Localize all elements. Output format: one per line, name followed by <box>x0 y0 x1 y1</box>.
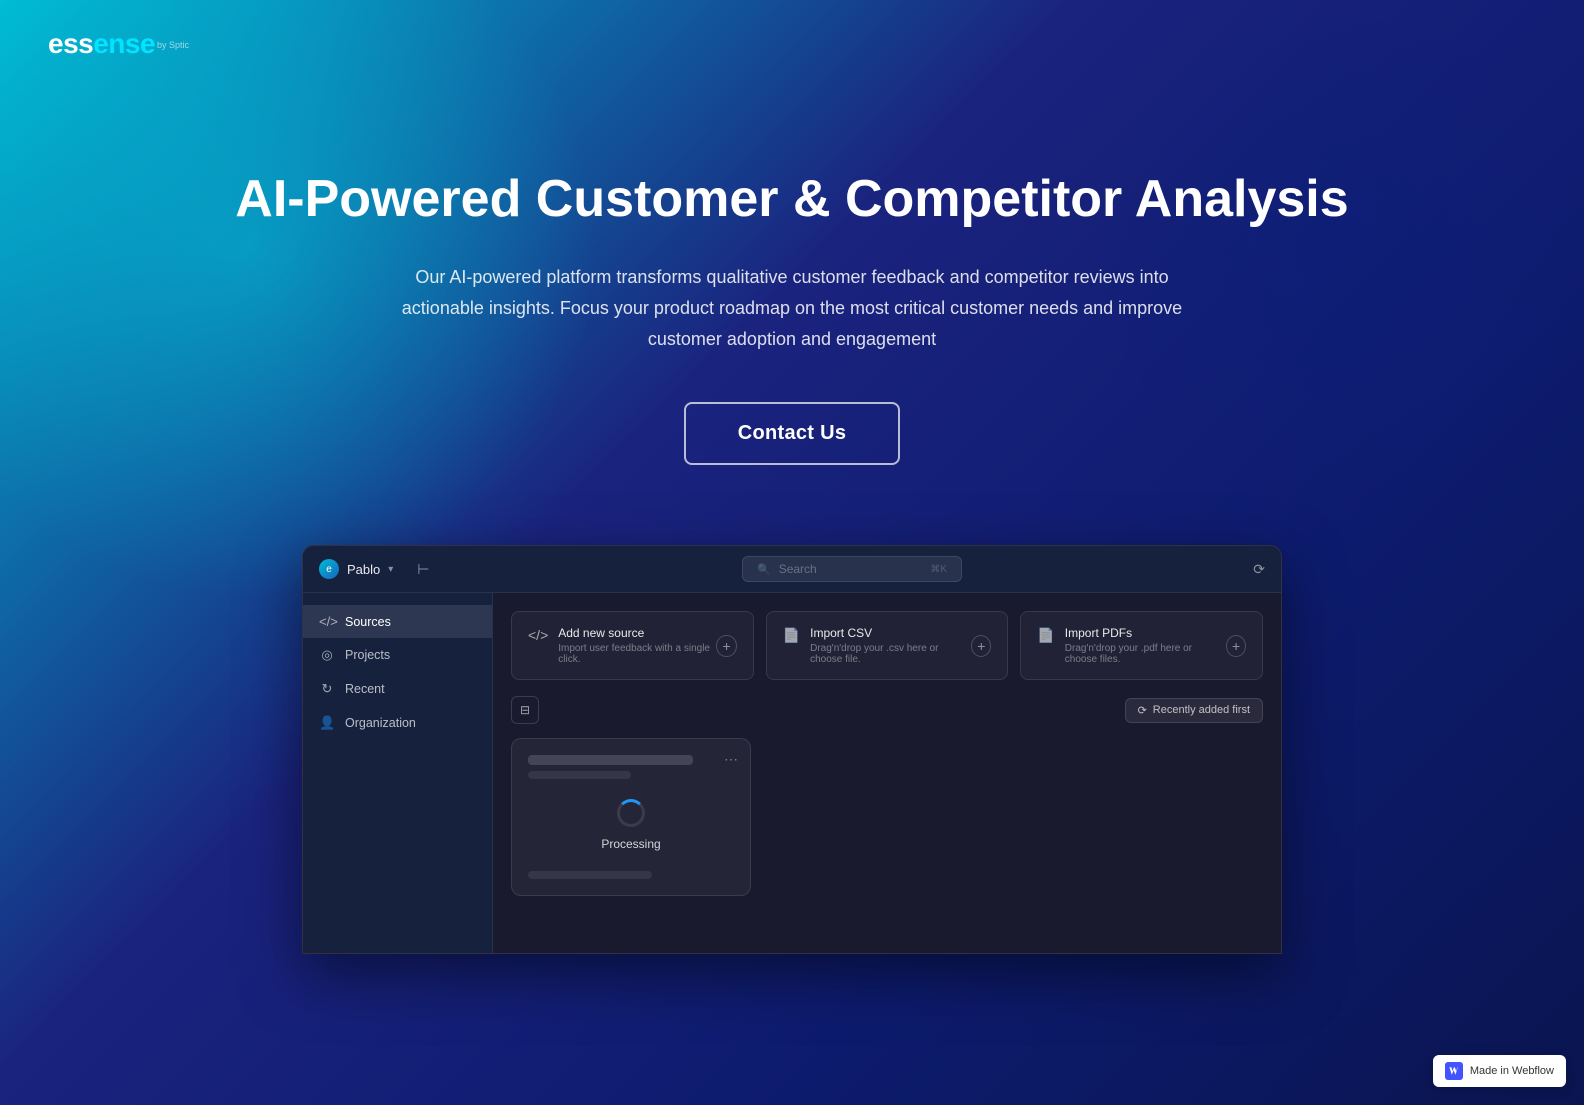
header: essense by Sptic <box>0 0 1584 88</box>
processing-cards-area: ⋯ Processing <box>511 738 1263 896</box>
titlebar-right: ⟳ <box>1185 561 1265 578</box>
sidebar-label-recent: Recent <box>345 682 385 696</box>
import-csv-title: Import CSV <box>810 626 971 640</box>
sort-button[interactable]: ⟳ Recently added first <box>1125 698 1263 723</box>
sidebar-item-projects[interactable]: ◎ Projects <box>303 638 492 672</box>
add-source-card-left: </> Add new source Import user feedback … <box>528 626 716 665</box>
card-header-blur <box>528 755 693 765</box>
user-name: Pablo <box>347 562 380 577</box>
loading-spinner <box>617 799 645 827</box>
processing-card: ⋯ Processing <box>511 738 751 896</box>
add-source-title: Add new source <box>558 626 716 640</box>
import-csv-card-left: 📄 Import CSV Drag'n'drop your .csv here … <box>783 626 972 665</box>
import-pdf-title: Import PDFs <box>1065 626 1227 640</box>
app-screenshot: e Pablo ▾ ⊢ 🔍 Search ⌘K ⟳ </> <box>302 545 1282 954</box>
sidebar-item-organization[interactable]: 👤 Organization <box>303 706 492 740</box>
add-source-info: Add new source Import user feedback with… <box>558 626 716 665</box>
processing-label: Processing <box>601 837 660 851</box>
logo: essense by Sptic <box>48 28 1536 60</box>
source-cards-row: </> Add new source Import user feedback … <box>511 611 1263 680</box>
sidebar-label-organization: Organization <box>345 716 416 730</box>
import-csv-info: Import CSV Drag'n'drop your .csv here or… <box>810 626 971 665</box>
search-icon: 🔍 <box>757 563 771 576</box>
window-body: </> Sources ◎ Projects ↻ Recent 👤 Organi… <box>303 593 1281 953</box>
chevron-down-icon: ▾ <box>388 564 393 575</box>
window-titlebar: e Pablo ▾ ⊢ 🔍 Search ⌘K ⟳ <box>303 546 1281 593</box>
recent-icon: ↻ <box>319 681 335 697</box>
expand-icon[interactable]: ⊢ <box>417 561 429 578</box>
titlebar-center: 🔍 Search ⌘K <box>531 556 1173 582</box>
card-menu-dots[interactable]: ⋯ <box>724 751 738 768</box>
hero-section: AI-Powered Customer & Competitor Analysi… <box>0 88 1584 525</box>
card-footer-blur <box>528 871 652 879</box>
add-source-card[interactable]: </> Add new source Import user feedback … <box>511 611 754 680</box>
filter-icon: ⊟ <box>520 703 530 717</box>
sidebar-label-sources: Sources <box>345 615 391 629</box>
history-icon[interactable]: ⟳ <box>1253 561 1265 578</box>
search-bar[interactable]: 🔍 Search ⌘K <box>742 556 962 582</box>
logo-text: essense <box>48 28 155 60</box>
hero-title: AI-Powered Customer & Competitor Analysi… <box>200 168 1384 230</box>
contact-us-button[interactable]: Contact Us <box>684 402 901 465</box>
sidebar: </> Sources ◎ Projects ↻ Recent 👤 Organi… <box>303 593 493 953</box>
card-subheader-blur <box>528 771 631 779</box>
sidebar-label-projects: Projects <box>345 648 390 662</box>
csv-icon: 📄 <box>783 627 800 644</box>
add-source-button[interactable]: + <box>716 635 736 657</box>
import-pdf-card[interactable]: 📄 Import PDFs Drag'n'drop your .pdf here… <box>1020 611 1263 680</box>
filter-button[interactable]: ⊟ <box>511 696 539 724</box>
webflow-logo-icon <box>1445 1062 1463 1080</box>
clock-icon: ⟳ <box>1138 704 1147 717</box>
webflow-label: Made in Webflow <box>1470 1065 1554 1077</box>
import-csv-desc: Drag'n'drop your .csv here or choose fil… <box>810 643 971 665</box>
projects-icon: ◎ <box>319 647 335 663</box>
import-csv-card[interactable]: 📄 Import CSV Drag'n'drop your .csv here … <box>766 611 1009 680</box>
app-window: e Pablo ▾ ⊢ 🔍 Search ⌘K ⟳ </> <box>302 545 1282 954</box>
import-pdf-card-left: 📄 Import PDFs Drag'n'drop your .pdf here… <box>1037 626 1226 665</box>
filter-row: ⊟ ⟳ Recently added first <box>511 696 1263 724</box>
sidebar-item-recent[interactable]: ↻ Recent <box>303 672 492 706</box>
main-content: </> Add new source Import user feedback … <box>493 593 1281 953</box>
search-placeholder: Search <box>779 562 817 576</box>
import-pdf-button[interactable]: + <box>1226 635 1246 657</box>
code-source-icon: </> <box>528 627 548 643</box>
spinner-container: Processing <box>528 779 734 867</box>
pdf-icon: 📄 <box>1037 627 1054 644</box>
webflow-badge[interactable]: Made in Webflow <box>1433 1055 1566 1087</box>
import-pdf-desc: Drag'n'drop your .pdf here or choose fil… <box>1065 643 1227 665</box>
org-icon: 👤 <box>319 715 335 731</box>
search-shortcut: ⌘K <box>930 564 947 575</box>
import-pdf-info: Import PDFs Drag'n'drop your .pdf here o… <box>1065 626 1227 665</box>
logo-sub: by Sptic <box>157 40 189 50</box>
sort-label: Recently added first <box>1153 704 1250 716</box>
add-source-desc: Import user feedback with a single click… <box>558 643 716 665</box>
import-csv-button[interactable]: + <box>971 635 991 657</box>
app-icon: e <box>319 559 339 579</box>
hero-description: Our AI-powered platform transforms quali… <box>382 262 1202 354</box>
sidebar-item-sources[interactable]: </> Sources <box>303 605 492 638</box>
code-icon: </> <box>319 614 335 629</box>
titlebar-left: e Pablo ▾ ⊢ <box>319 559 519 579</box>
